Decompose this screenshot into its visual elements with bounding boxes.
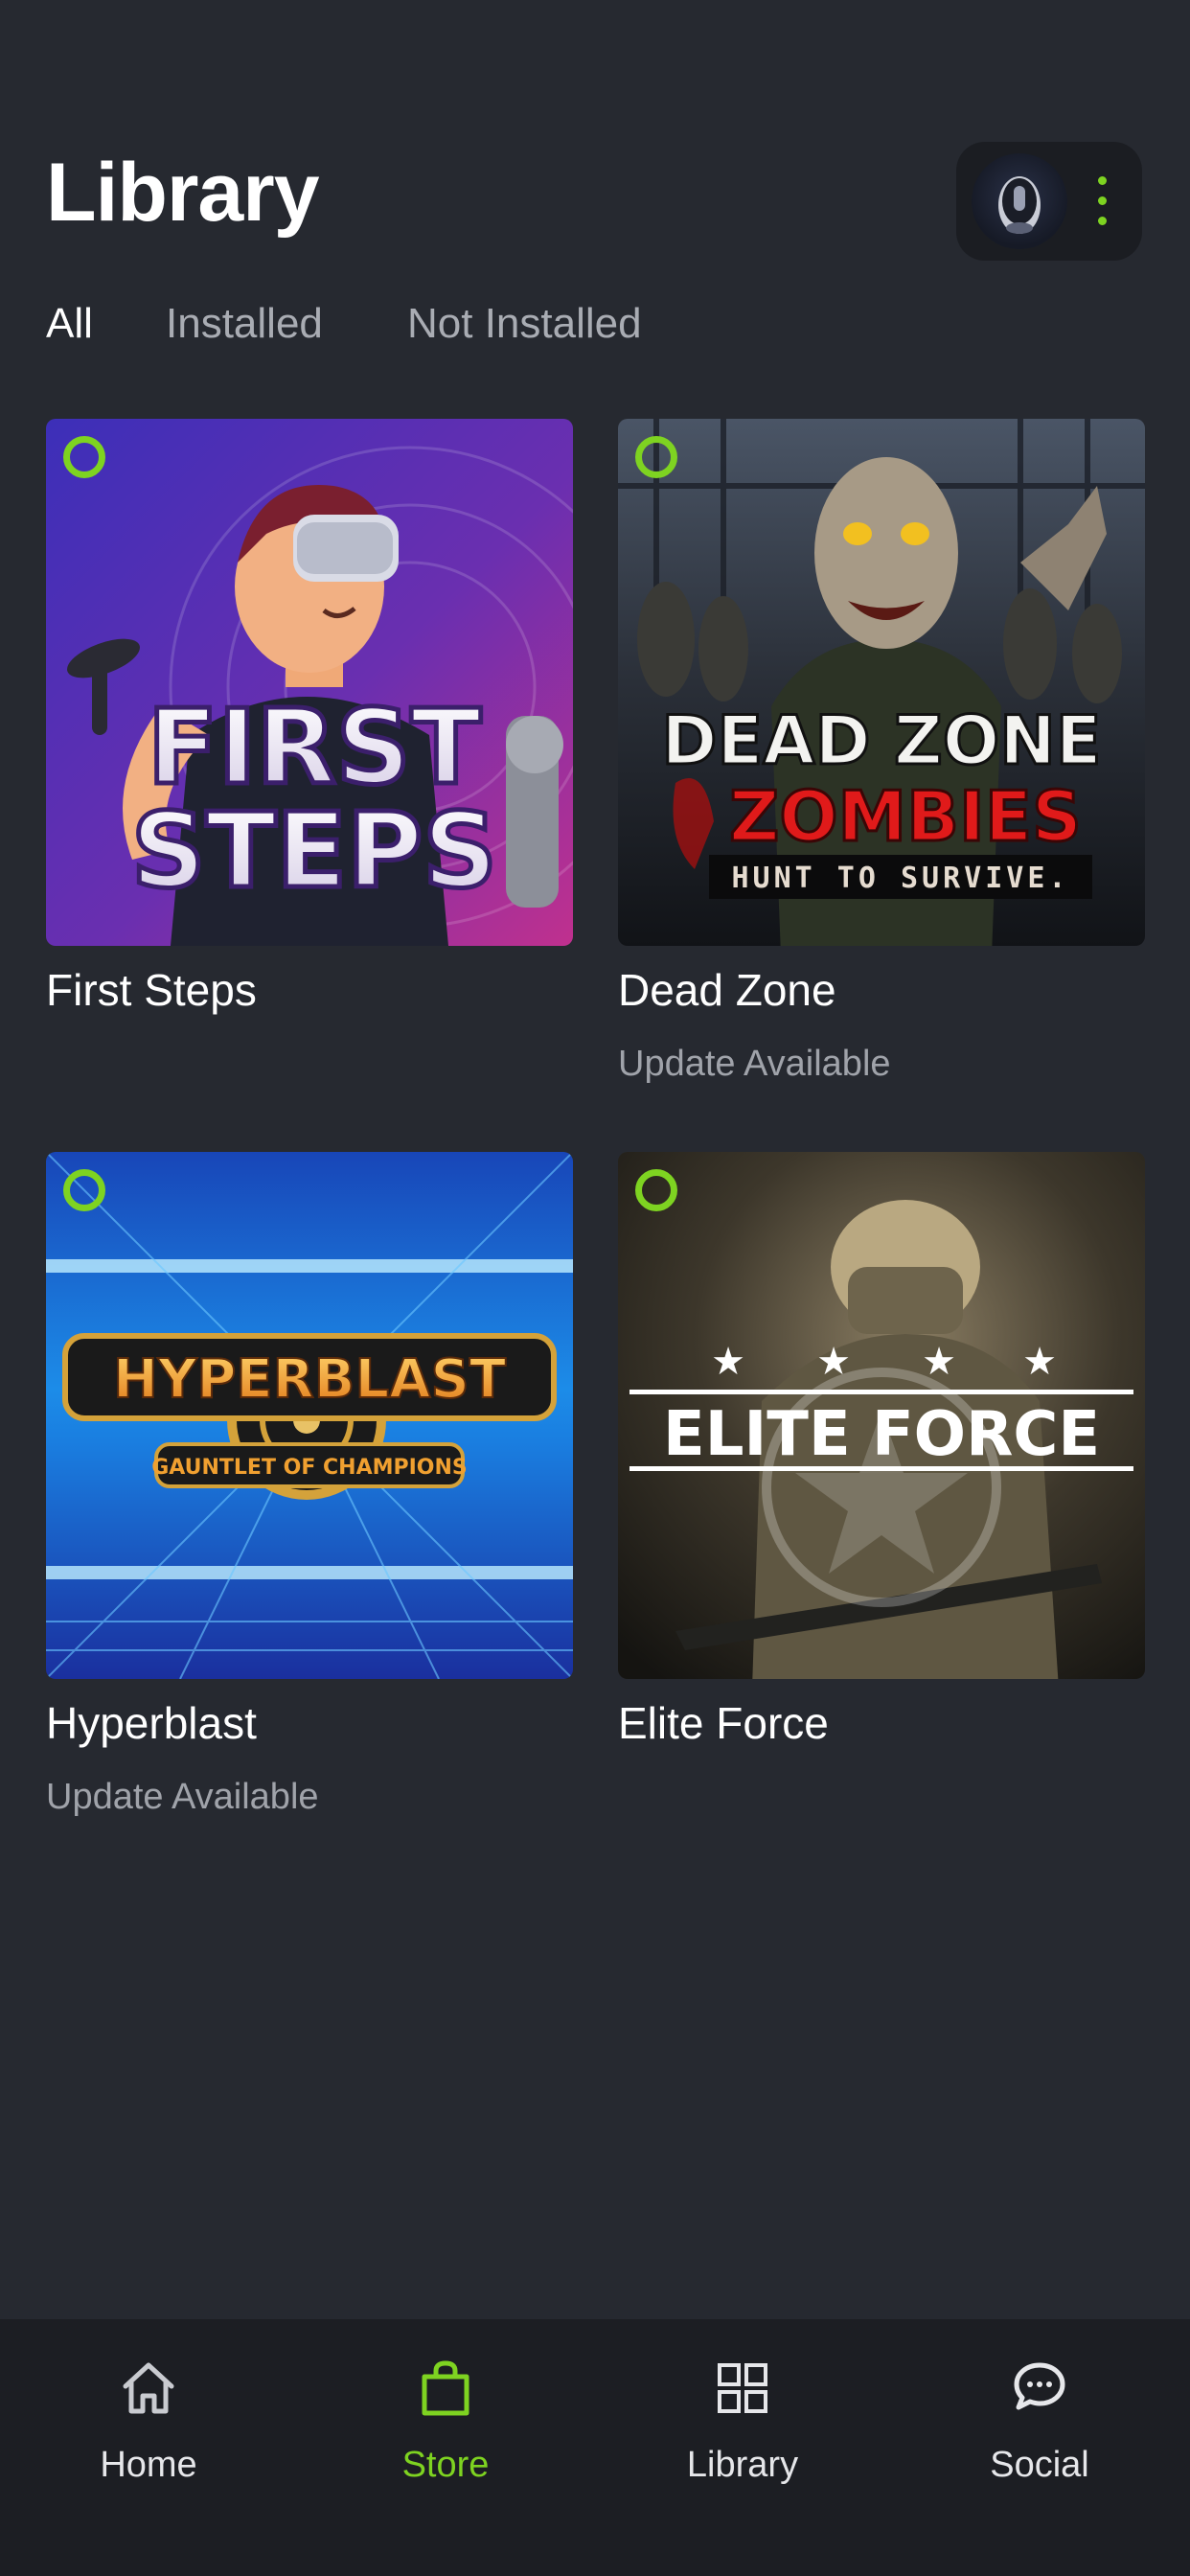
tab-not-installed[interactable]: Not Installed xyxy=(407,299,642,349)
nav-label: Social xyxy=(990,2445,1089,2485)
grid-icon xyxy=(718,2363,767,2413)
device-menu-button[interactable] xyxy=(956,142,1142,261)
svg-text:DEAD ZONE: DEAD ZONE xyxy=(661,702,1101,780)
game-card-elite-force[interactable]: ★ ★ ★ ★ ELITE FORCE Elite Force xyxy=(618,1152,1145,1748)
svg-text:ELITE FORCE: ELITE FORCE xyxy=(663,1399,1100,1470)
svg-text:★: ★ xyxy=(922,1340,956,1384)
chat-bubbles-icon xyxy=(1014,2362,1065,2410)
game-title: Elite Force xyxy=(618,1698,829,1748)
nav-label: Store xyxy=(401,2445,490,2485)
library-screen: Library All Installed Not Installed FIRS… xyxy=(0,0,1190,2576)
game-status: Update Available xyxy=(618,1044,891,1084)
game-title: Dead Zone xyxy=(618,965,836,1015)
svg-text:★: ★ xyxy=(816,1340,851,1384)
tab-all[interactable]: All xyxy=(46,299,93,349)
game-card-first-steps[interactable]: FIRST STEPS First Steps xyxy=(46,419,573,1015)
svg-text:STEPS: STEPS xyxy=(131,792,497,911)
game-cover-hyperblast[interactable]: HYPERBLAST GAUNTLET OF CHAMPIONS xyxy=(46,1152,573,1679)
tab-installed[interactable]: Installed xyxy=(166,299,323,349)
svg-text:FIRST: FIRST xyxy=(148,688,482,808)
svg-text:HUNT TO SURVIVE.: HUNT TO SURVIVE. xyxy=(732,862,1070,895)
game-cover-first-steps[interactable]: FIRST STEPS xyxy=(46,419,573,946)
svg-text:HYPERBLAST: HYPERBLAST xyxy=(113,1348,506,1411)
installed-status-ring-icon xyxy=(635,1169,677,1211)
game-title: First Steps xyxy=(46,965,257,1015)
shopping-bag-icon xyxy=(422,2360,469,2416)
installed-status-ring-icon xyxy=(635,436,677,478)
installed-status-ring-icon xyxy=(63,1169,105,1211)
svg-text:ZOMBIES: ZOMBIES xyxy=(729,776,1082,857)
nav-label: Library xyxy=(686,2445,799,2485)
nav-item-home[interactable]: Home xyxy=(0,2319,297,2576)
game-cover-elite-force[interactable]: ★ ★ ★ ★ ELITE FORCE xyxy=(618,1152,1145,1679)
svg-text:★: ★ xyxy=(711,1340,745,1384)
vertical-dots-icon xyxy=(1092,174,1111,228)
svg-text:GAUNTLET OF CHAMPIONS: GAUNTLET OF CHAMPIONS xyxy=(151,1456,468,1480)
game-card-hyperblast[interactable]: HYPERBLAST GAUNTLET OF CHAMPIONS Hyperbl… xyxy=(46,1152,573,1817)
nav-item-social[interactable]: Social xyxy=(891,2319,1188,2576)
vr-headset-avatar-icon xyxy=(972,153,1067,249)
svg-text:★: ★ xyxy=(1022,1340,1057,1384)
nav-item-store[interactable]: Store xyxy=(297,2319,594,2576)
game-status: Update Available xyxy=(46,1777,319,1817)
nav-item-library[interactable]: Library xyxy=(594,2319,891,2576)
game-cover-dead-zone[interactable]: DEAD ZONE ZOMBIES HUNT TO SURVIVE. xyxy=(618,419,1145,946)
home-icon xyxy=(123,2362,174,2414)
game-title: Hyperblast xyxy=(46,1698,257,1748)
nav-label: Home xyxy=(100,2445,197,2485)
page-title: Library xyxy=(46,147,320,239)
game-card-dead-zone[interactable]: DEAD ZONE ZOMBIES HUNT TO SURVIVE. Dead … xyxy=(618,419,1145,1084)
bottom-nav: Home Store Library Social xyxy=(0,2319,1190,2576)
installed-status-ring-icon xyxy=(63,436,105,478)
